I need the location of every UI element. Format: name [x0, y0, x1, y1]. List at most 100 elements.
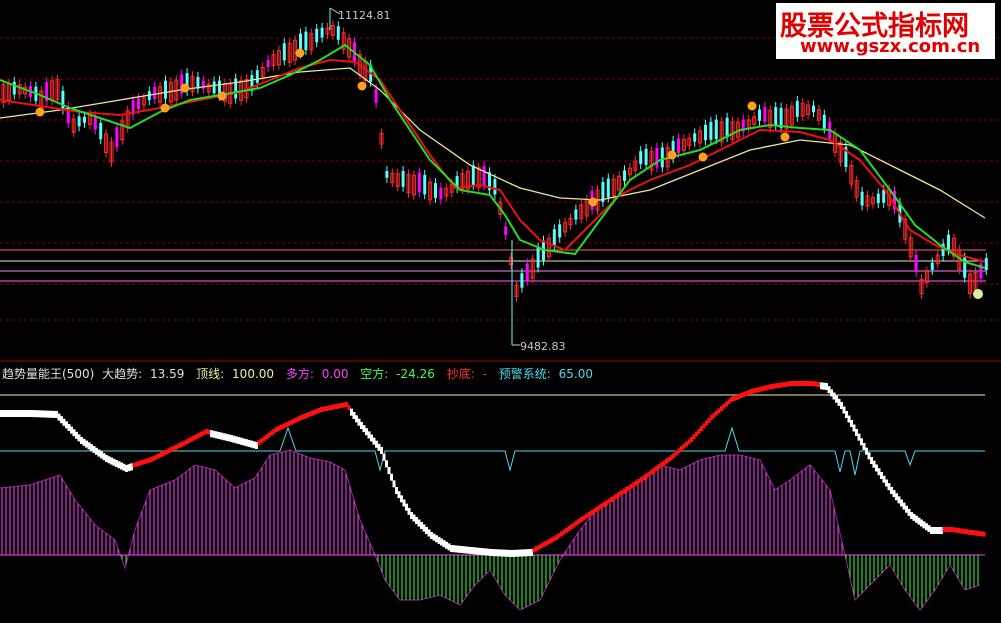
top-line-label: 顶线: — [196, 367, 225, 381]
candle-body — [644, 148, 648, 165]
signal-dot — [160, 103, 170, 113]
candle-body — [164, 80, 167, 99]
candle-body — [471, 165, 475, 185]
chart-canvas[interactable] — [0, 0, 1001, 623]
candle-body — [812, 105, 815, 113]
ma-short-line — [0, 43, 986, 269]
candle-body — [304, 31, 308, 51]
alert-label: 预警系统: — [498, 367, 551, 381]
candle-body — [709, 121, 713, 140]
candle-body — [77, 116, 81, 127]
watermark-url: www.gszx.com.cn — [800, 36, 981, 57]
site-watermark: 股票公式指标网 www.gszx.com.cn — [776, 3, 995, 59]
candle-body — [315, 28, 319, 43]
candle-body — [779, 107, 783, 128]
candle-body — [255, 70, 259, 83]
candle-body — [714, 119, 718, 140]
candle-body — [525, 263, 529, 281]
candle-body — [212, 81, 216, 94]
candle-body — [552, 229, 556, 246]
candle-body — [623, 170, 626, 181]
trend-block — [380, 447, 383, 454]
candle-body — [61, 90, 65, 110]
candle-body — [639, 151, 643, 165]
trend-block — [382, 453, 386, 461]
short-label: 空方: — [360, 367, 389, 381]
trend-value: 13.59 — [149, 367, 185, 381]
candle-body — [504, 226, 508, 235]
candle-body — [655, 147, 659, 168]
signal-dot — [747, 101, 757, 111]
candle-body — [860, 191, 864, 206]
signal-dot — [667, 150, 677, 160]
candle-body — [99, 122, 103, 140]
candle-body — [725, 117, 729, 138]
candle-body — [493, 179, 497, 195]
short-value: -24.26 — [396, 367, 435, 381]
ma-long-line — [0, 67, 986, 219]
candle-body — [536, 247, 540, 268]
trend-block — [387, 467, 391, 474]
candle-body — [401, 170, 405, 187]
candle-body — [336, 26, 340, 40]
trend-block — [385, 460, 388, 468]
candle-body — [482, 165, 486, 186]
candle-body — [693, 133, 697, 142]
candle-body — [774, 107, 778, 127]
low-price-value: 9482.83 — [520, 340, 566, 353]
signal-dot — [217, 91, 227, 101]
candle-body — [930, 262, 934, 270]
candle-body — [758, 109, 761, 121]
volume-envelope — [0, 449, 981, 611]
candle-body — [795, 100, 799, 117]
indicator-name[interactable]: 趋势量能王(500) — [2, 367, 94, 381]
candle-body — [882, 189, 886, 203]
candle-body — [984, 258, 988, 271]
candle-body — [115, 127, 119, 148]
candle-body — [83, 116, 86, 123]
trend-label: 大趋势: — [102, 367, 143, 381]
candle-body — [876, 193, 880, 204]
indicator-header: 趋势量能王(500) 大趋势: 13.59 顶线: 100.00 多方: 0.0… — [2, 365, 601, 382]
candle-body — [574, 209, 578, 220]
candle-body — [558, 224, 562, 238]
candle-body — [763, 107, 767, 122]
candle-body — [93, 116, 97, 130]
trend-block — [390, 473, 393, 481]
low-price-label: 9482.83 — [520, 340, 566, 353]
candle-body — [374, 88, 378, 104]
high-price-label: 11124.81 — [338, 9, 391, 22]
signal-dot — [780, 132, 790, 142]
candle-body — [704, 124, 707, 141]
candle-body — [434, 183, 437, 198]
alert-value: 65.00 — [558, 367, 593, 381]
signal-dot — [698, 152, 708, 162]
signal-dot — [180, 83, 190, 93]
signal-dot — [35, 107, 45, 117]
candle-body — [606, 178, 610, 198]
stock-chart-window: 11124.81 9482.83 股票公式指标网 www.gszx.com.cn… — [0, 0, 1001, 623]
bottom-label: 抄底: — [446, 367, 475, 381]
trend-block — [392, 480, 396, 488]
candle-body — [660, 147, 664, 168]
signal-dot — [295, 48, 305, 58]
candle-body — [417, 172, 421, 193]
candle-body — [385, 171, 389, 178]
signal-dot-current — [973, 289, 983, 299]
signal-dot — [357, 81, 367, 91]
candle-body — [320, 27, 324, 38]
long-label: 多方: — [285, 367, 314, 381]
candle-body — [520, 273, 524, 288]
candle-body — [137, 98, 140, 110]
signal-dot — [588, 197, 598, 207]
candle-body — [234, 78, 238, 99]
candle-body — [439, 187, 443, 200]
candle-body — [12, 81, 16, 95]
top-line-value: 100.00 — [232, 367, 275, 381]
long-value: 0.00 — [321, 367, 349, 381]
bottom-value: - — [482, 367, 487, 381]
candle-body — [423, 175, 427, 195]
candle-body — [677, 138, 680, 154]
candle-body — [822, 114, 826, 129]
candle-body — [153, 86, 157, 100]
